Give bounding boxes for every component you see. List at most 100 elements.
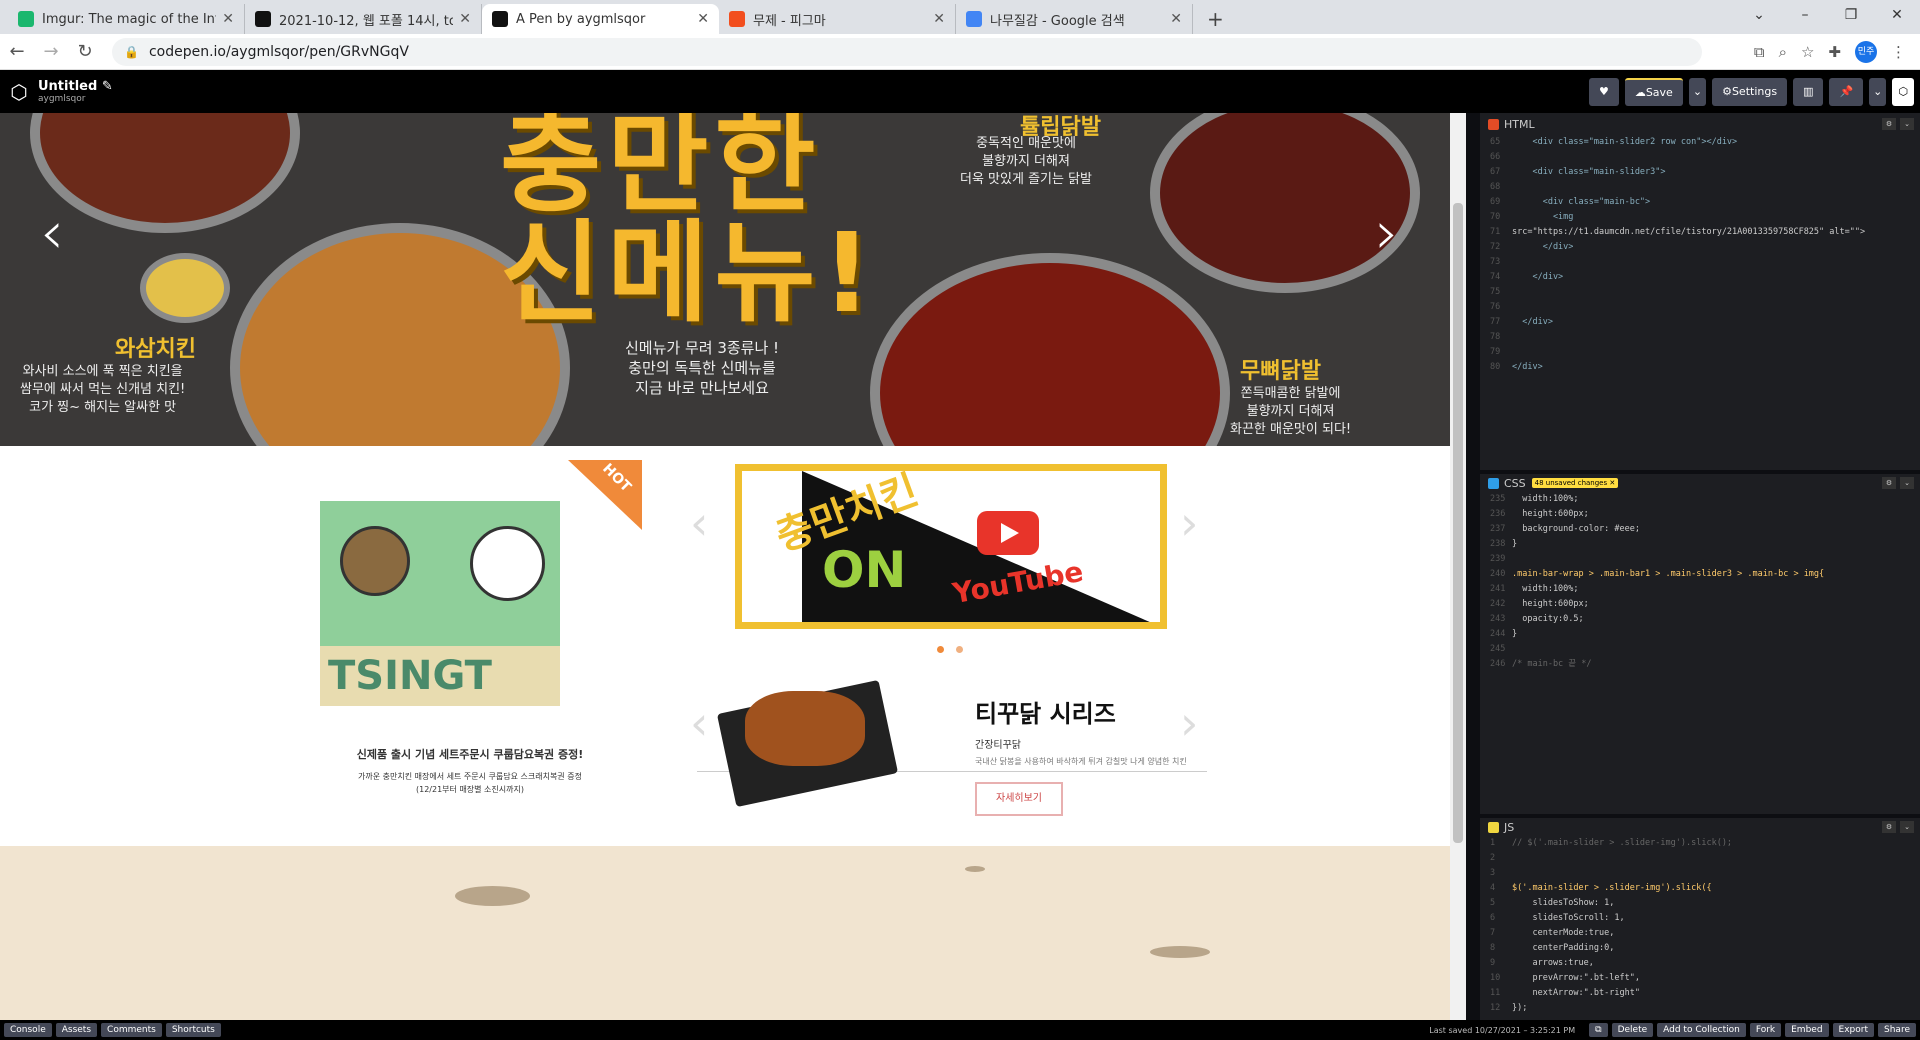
edit-pencil-icon[interactable]: ✎ (102, 79, 113, 94)
translate-icon[interactable]: ⧉ (1754, 43, 1765, 61)
close-window-button[interactable]: ✕ (1874, 0, 1920, 30)
header-actions: ♥ ☁ Save ⌄ ⚙ Settings ▥ 📌 ⌄ ⬡ (1588, 77, 1920, 106)
layout-button[interactable]: ▥ (1793, 77, 1824, 106)
open-new-window-icon[interactable]: ⧉ (1589, 1023, 1608, 1037)
collapse-icon[interactable]: ⌄ (1900, 477, 1914, 489)
forward-icon[interactable]: → (34, 41, 68, 62)
resize-gutter[interactable] (1466, 113, 1480, 1020)
tab-close-icon[interactable]: ✕ (1170, 11, 1182, 27)
result-preview: 충만한 신메뉴! 와삼치킨 와사비 소스에 푹 찍은 치킨을 쌈무에 싸서 먹는… (0, 113, 1450, 1020)
new-tab-button[interactable]: + (1193, 4, 1238, 34)
tab-search-icon[interactable]: ⌄ (1736, 0, 1782, 30)
line-number: 242 (1490, 599, 1506, 609)
line-number: 68 (1490, 182, 1501, 192)
yt-prev-arrow[interactable]: ‹ (690, 496, 708, 550)
pin-button[interactable]: 📌 (1829, 77, 1864, 106)
url-field[interactable]: 🔒 codepen.io/aygmlsqor/pen/GRvNGqV (112, 37, 1702, 66)
codepen-header: ⬡ Untitled ✎ aygmlsqor ♥ ☁ Save ⌄ ⚙ Sett… (0, 70, 1920, 113)
cloud-icon: ☁ (1634, 86, 1646, 99)
footer-add-to-collection-button[interactable]: Add to Collection (1657, 1023, 1746, 1037)
css-code-area[interactable]: 235 width:100%; 236 height:600px; 237 back… (1480, 492, 1920, 814)
code-line: 238} (1490, 537, 1920, 552)
unsaved-badge[interactable]: 48 unsaved changes ✕ (1531, 478, 1619, 488)
footer-share-button[interactable]: Share (1878, 1023, 1916, 1037)
heart-icon: ♥ (1598, 85, 1609, 98)
bookmark-star-icon[interactable]: ☆ (1801, 43, 1814, 61)
code-line: 235 width:100%; (1490, 492, 1920, 507)
code-text: slidesToShow: 1, (1512, 898, 1615, 908)
editor-settings-icon[interactable]: ⚙ (1882, 821, 1896, 833)
footer-assets-button[interactable]: Assets (55, 1023, 98, 1037)
footer-embed-button[interactable]: Embed (1785, 1023, 1829, 1037)
slider-dot-1[interactable] (937, 646, 944, 653)
footer-delete-button[interactable]: Delete (1611, 1023, 1654, 1037)
main-banner-slide: 충만한 신메뉴! 와삼치킨 와사비 소스에 푹 찍은 치킨을 쌈무에 싸서 먹는… (0, 113, 1450, 446)
hot-badge: HOT (568, 460, 642, 530)
tab-close-icon[interactable]: ✕ (459, 11, 471, 27)
save-label: Save (1645, 86, 1673, 99)
footer-shortcuts-button[interactable]: Shortcuts (165, 1023, 221, 1037)
line-number: 10 (1490, 973, 1501, 983)
tab-close-icon[interactable]: ✕ (697, 11, 709, 27)
slider-dot-2[interactable] (956, 646, 963, 653)
collapse-icon[interactable]: ⌄ (1900, 821, 1914, 833)
tab-close-icon[interactable]: ✕ (222, 11, 234, 27)
code-line: 237 background-color: #eee; (1490, 522, 1920, 537)
code-line: 66 (1490, 150, 1920, 165)
footer-comments-button[interactable]: Comments (101, 1023, 162, 1037)
html-code-area[interactable]: 65 <div class="main-slider2 row con"></d… (1480, 135, 1920, 470)
editor-settings-icon[interactable]: ⚙ (1882, 477, 1896, 489)
menu-next-arrow[interactable]: › (1180, 696, 1198, 750)
slider-prev-arrow[interactable]: ‹ (40, 198, 64, 268)
js-code-area[interactable]: 1 // $('.main-slider > .slider-img').slic… (1480, 836, 1920, 1022)
minimize-button[interactable]: – (1782, 0, 1828, 30)
tab-close-icon[interactable]: ✕ (933, 11, 945, 27)
code-line: 9 arrows:true, (1490, 956, 1920, 971)
menu-icon[interactable]: ⋮ (1891, 43, 1906, 61)
pen-author[interactable]: aygmlsqor (38, 94, 113, 104)
line-number: 237 (1490, 524, 1506, 534)
browser-tab[interactable]: Imgur: The magic of the Interne ✕ (8, 4, 245, 34)
reload-icon[interactable]: ↻ (68, 41, 102, 62)
preview-scrollbar[interactable] (1450, 113, 1466, 1020)
collapse-icon[interactable]: ⌄ (1900, 118, 1914, 130)
footer-fork-button[interactable]: Fork (1749, 1023, 1782, 1037)
maximize-button[interactable]: ❐ (1828, 0, 1874, 30)
html-icon (1488, 118, 1499, 130)
browser-tab[interactable]: 나무질감 - Google 검색 ✕ (956, 4, 1193, 34)
scrollbar-thumb[interactable] (1453, 203, 1463, 843)
line-number: 72 (1490, 242, 1501, 252)
code-line: 12}); (1490, 1001, 1920, 1016)
menu-title: 티꾸닭 시리즈 (975, 700, 1116, 728)
youtube-banner[interactable]: 충만치킨 ON YouTube (735, 464, 1167, 629)
code-line: 2 (1490, 851, 1920, 866)
details-button[interactable]: 자세히보기 (975, 782, 1063, 816)
yt-next-arrow[interactable]: › (1180, 496, 1198, 550)
slider-next-arrow[interactable]: › (1375, 198, 1399, 268)
editor-settings-icon[interactable]: ⚙ (1882, 118, 1896, 130)
profile-avatar[interactable]: 민주 (1855, 40, 1877, 63)
footer-export-button[interactable]: Export (1832, 1023, 1875, 1037)
browser-tab[interactable]: 2021-10-12, 웹 포폴 14시, to2.k ✕ (245, 4, 482, 34)
address-bar: ← → ↻ 🔒 codepen.io/aygmlsqor/pen/GRvNGqV… (0, 34, 1920, 70)
pen-title[interactable]: Untitled (38, 79, 97, 94)
codepen-logo-icon[interactable]: ⬡ (4, 77, 34, 107)
zoom-icon[interactable]: ⌕ (1779, 43, 1787, 61)
code-text: opacity:0.5; (1512, 614, 1584, 624)
footer-console-button[interactable]: Console (4, 1023, 52, 1037)
pin-dropdown-button[interactable]: ⌄ (1869, 77, 1887, 106)
menu-prev-arrow[interactable]: ‹ (690, 696, 708, 750)
wood-texture-background (0, 846, 1450, 1020)
love-button[interactable]: ♥ (1588, 77, 1619, 106)
user-avatar[interactable]: ⬡ (1892, 77, 1914, 106)
code-text: src="https://t1.daumcdn.net/cfile/tistor… (1512, 227, 1866, 237)
toolbar-icons: ⧉ ⌕ ☆ ✚ 민주 ⋮ (1754, 40, 1920, 63)
save-button[interactable]: ☁ Save (1624, 77, 1683, 106)
save-dropdown-button[interactable]: ⌄ (1688, 77, 1707, 106)
back-icon[interactable]: ← (0, 41, 34, 62)
extensions-icon[interactable]: ✚ (1828, 43, 1841, 61)
settings-button[interactable]: ⚙ Settings (1712, 77, 1788, 106)
line-number: 71 (1490, 227, 1501, 237)
browser-tab[interactable]: 무제 - 피그마 ✕ (719, 4, 956, 34)
browser-tab[interactable]: A Pen by aygmlsqor ✕ (482, 4, 719, 34)
